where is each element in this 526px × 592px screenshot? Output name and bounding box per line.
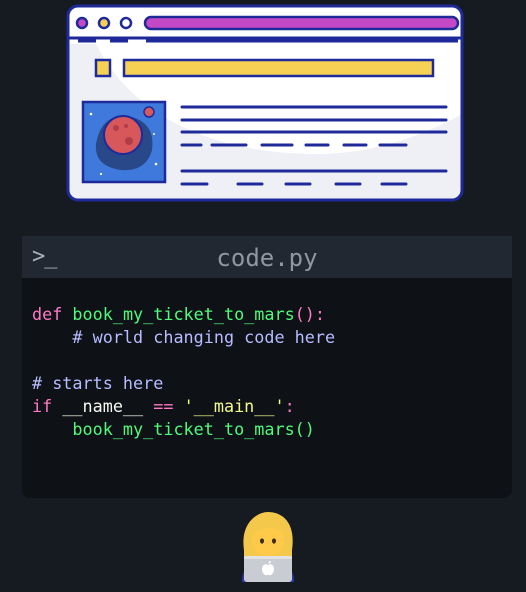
code-body: def book_my_ticket_to_mars(): # world ch… xyxy=(22,278,512,441)
code-token: == xyxy=(153,396,184,416)
planet-icon xyxy=(103,115,143,155)
file-name: code.py xyxy=(216,244,318,272)
code-line: def book_my_ticket_to_mars(): xyxy=(32,303,512,326)
planet-thumbnail xyxy=(81,100,167,184)
code-token: book_my_ticket_to_mars xyxy=(72,304,295,324)
code-editor-window: >_ code.py def book_my_ticket_to_mars():… xyxy=(22,236,512,498)
code-token: '__main__' xyxy=(183,396,285,416)
code-token: : xyxy=(284,396,295,416)
code-line: book_my_ticket_to_mars() xyxy=(32,418,512,441)
code-token: if xyxy=(32,396,63,416)
code-line: # world changing code here xyxy=(32,326,512,349)
code-token: # world changing code here xyxy=(32,327,336,347)
heading-square xyxy=(94,58,112,78)
address-bar xyxy=(143,15,460,31)
window-dot-1-icon xyxy=(75,16,89,30)
code-token: book_my_ticket_to_mars() xyxy=(32,419,315,439)
code-titlebar: >_ code.py xyxy=(22,236,512,278)
window-dot-2-icon xyxy=(97,16,111,30)
heading-bar xyxy=(122,58,435,78)
code-token: (): xyxy=(294,304,326,324)
code-line: if __name__ == '__main__': xyxy=(32,395,512,418)
code-token: def xyxy=(32,304,73,324)
small-moon-icon xyxy=(143,106,155,118)
text-lines xyxy=(180,105,448,186)
browser-illustration xyxy=(66,4,464,202)
window-dot-3-icon xyxy=(119,16,133,30)
code-token: # starts here xyxy=(32,373,164,393)
code-line: # starts here xyxy=(32,372,512,395)
woman-technologist-icon xyxy=(242,512,294,582)
code-token: __name__ xyxy=(62,396,154,416)
